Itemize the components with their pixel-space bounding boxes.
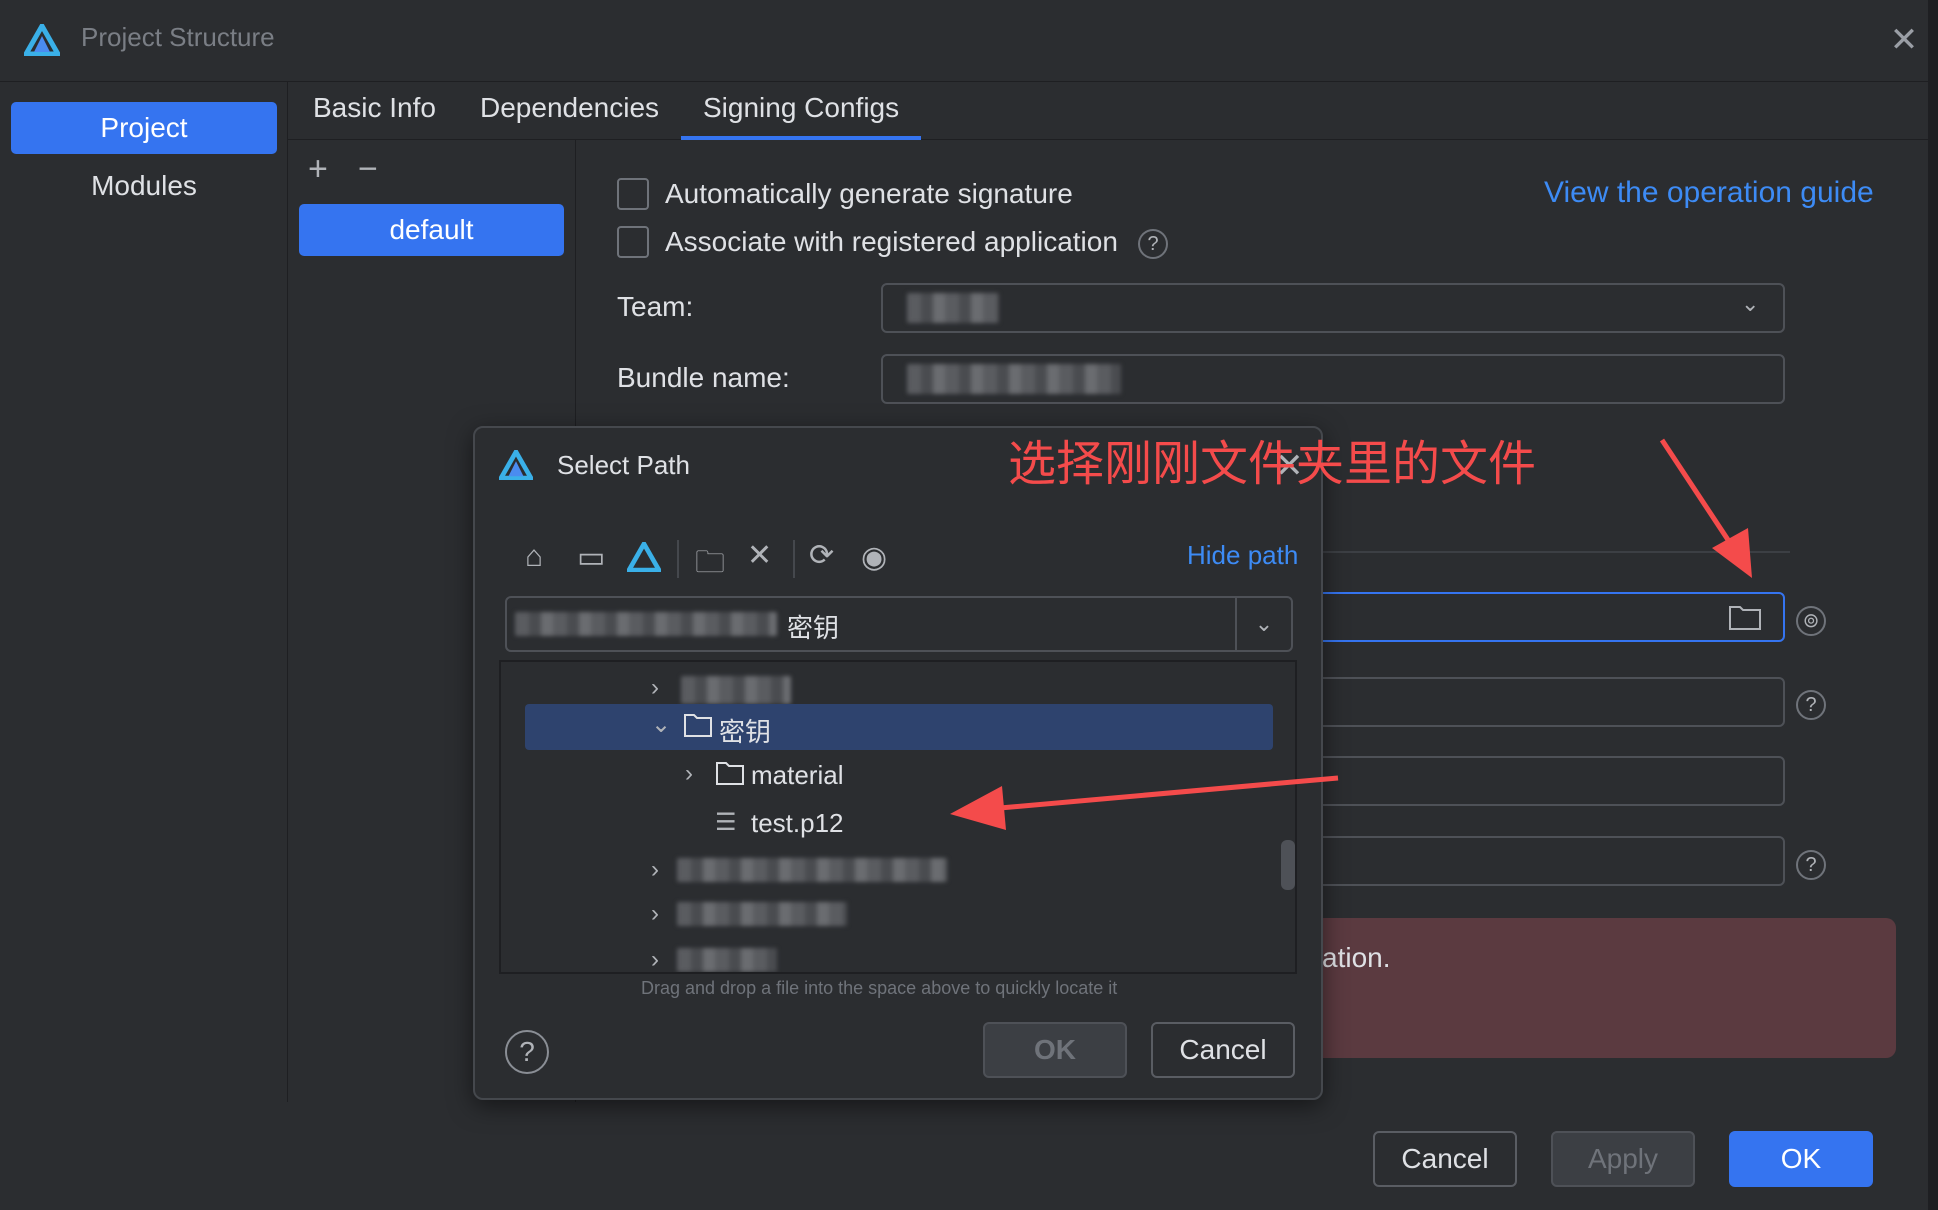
project-icon[interactable]	[627, 542, 661, 572]
show-hidden-icon[interactable]: ◉	[861, 540, 887, 575]
help-icon[interactable]: ?	[1796, 850, 1826, 880]
help-icon[interactable]: ?	[1138, 229, 1168, 259]
auto-sign-label: Automatically generate signature	[665, 178, 1073, 209]
window-title: Project Structure	[81, 22, 275, 52]
dialog-cancel-button[interactable]: Cancel	[1151, 1022, 1295, 1078]
tree-item-label: material	[751, 760, 844, 790]
redacted-name	[677, 948, 777, 972]
chevron-down-icon[interactable]: ⌄	[1235, 598, 1291, 650]
tab-bar: Basic Info Dependencies Signing Configs	[288, 82, 1938, 140]
cancel-button[interactable]: Cancel	[1373, 1131, 1517, 1187]
close-icon[interactable]: ✕	[1886, 22, 1922, 58]
team-label: Team:	[617, 291, 694, 322]
tree-item-label: test.p12	[751, 808, 844, 838]
path-value: 密钥	[787, 613, 840, 643]
help-icon[interactable]: ?	[1796, 690, 1826, 720]
redacted-name	[681, 676, 791, 704]
operation-guide-link[interactable]: View the operation guide	[1544, 176, 1874, 210]
tree-row-redacted[interactable]: ›	[501, 938, 1281, 972]
key-alias-field[interactable]	[1260, 756, 1785, 806]
tree-row-material-folder[interactable]: › material	[501, 752, 1281, 798]
fingerprint-icon[interactable]: ⊚	[1796, 606, 1826, 636]
help-icon[interactable]: ?	[505, 1030, 549, 1074]
bundle-name-label: Bundle name:	[617, 362, 790, 393]
minus-icon[interactable]: −	[358, 150, 378, 189]
error-text: ation.	[1322, 942, 1391, 973]
tree-row-test-p12-file[interactable]: ☰ test.p12	[501, 800, 1281, 846]
nav-item-modules[interactable]: Modules	[11, 160, 277, 212]
folder-icon	[684, 714, 712, 737]
toolbar-separator	[793, 540, 795, 578]
home-icon[interactable]: ⌂	[525, 540, 543, 574]
deveco-logo-icon	[24, 24, 60, 56]
refresh-icon[interactable]: ⟳	[809, 538, 834, 573]
tab-basic-info[interactable]: Basic Info	[313, 92, 436, 140]
dialog-title: Select Path	[557, 450, 690, 480]
redacted-path	[515, 612, 777, 636]
chevron-right-icon[interactable]: ›	[651, 900, 659, 928]
tab-dependencies[interactable]: Dependencies	[480, 92, 659, 140]
scrollbar-thumb[interactable]	[1281, 840, 1295, 890]
auto-sign-checkbox[interactable]	[617, 178, 649, 210]
deveco-logo-icon	[499, 450, 533, 480]
window-edge	[1928, 0, 1938, 1210]
arrow-to-folder-icon	[1659, 438, 1752, 578]
path-combobox[interactable]: 密钥 ⌄	[505, 596, 1293, 652]
chevron-right-icon[interactable]: ›	[651, 856, 659, 884]
drag-drop-hint: Drag and drop a file into the space abov…	[641, 978, 1118, 998]
tree-item-label: 密钥	[719, 717, 772, 747]
team-select[interactable]: ⌄	[881, 283, 1785, 333]
config-item-default[interactable]: default	[299, 204, 564, 256]
redacted-name	[677, 902, 847, 926]
redacted-name	[677, 858, 947, 882]
dialog-ok-button[interactable]: OK	[983, 1022, 1127, 1078]
tree-row-redacted[interactable]: ›	[501, 848, 1281, 894]
store-file-field[interactable]	[1260, 592, 1785, 642]
tree-scrollbar[interactable]	[1281, 662, 1295, 972]
chevron-right-icon[interactable]: ›	[685, 760, 693, 788]
bundle-name-field[interactable]	[881, 354, 1785, 404]
file-text-icon: ☰	[715, 809, 737, 836]
hide-path-link[interactable]: Hide path	[1187, 540, 1298, 571]
key-password-field[interactable]	[1260, 836, 1785, 886]
chevron-down-icon: ⌄	[1741, 291, 1760, 316]
tree-row-keys-folder[interactable]: ⌄ 密钥	[525, 704, 1273, 750]
file-tree[interactable]: › ⌄ 密钥 › material ☰ test.p12 › › ›	[499, 660, 1297, 974]
nav-item-project[interactable]: Project	[11, 102, 277, 154]
divider	[1320, 551, 1790, 553]
plus-icon[interactable]: +	[308, 150, 328, 189]
chevron-down-icon[interactable]: ⌄	[651, 710, 671, 739]
project-structure-window: Project Structure ✕ Project Modules Basi…	[0, 0, 1938, 1210]
assoc-app-label: Associate with registered application	[665, 226, 1118, 257]
assoc-app-checkbox[interactable]	[617, 226, 649, 258]
chevron-right-icon[interactable]: ›	[651, 674, 659, 702]
chevron-right-icon[interactable]: ›	[651, 946, 659, 972]
error-message-box: ation.	[1260, 918, 1896, 1058]
annotation-text: 选择刚刚文件夹里的文件	[1008, 436, 1537, 492]
store-password-field[interactable]	[1260, 677, 1785, 727]
left-nav: Project Modules	[0, 82, 288, 1102]
tab-signing-configs[interactable]: Signing Configs	[681, 92, 922, 140]
redacted-value	[907, 293, 999, 323]
delete-icon[interactable]: ✕	[747, 538, 772, 573]
folder-icon	[716, 762, 744, 785]
ok-button[interactable]: OK	[1729, 1131, 1873, 1187]
apply-button[interactable]: Apply	[1551, 1131, 1695, 1187]
select-path-dialog: Select Path ✕ ⌂ ▭ 🗀 ✕ ⟳ ◉ Hide path 密钥 ⌄…	[473, 426, 1323, 1100]
title-bar: Project Structure ✕	[0, 0, 1938, 82]
new-folder-icon[interactable]: 🗀	[695, 540, 725, 591]
toolbar-separator	[677, 540, 679, 578]
redacted-value	[907, 364, 1121, 394]
desktop-icon[interactable]: ▭	[577, 540, 605, 575]
tree-row-redacted[interactable]: ›	[501, 892, 1281, 938]
folder-icon[interactable]	[1728, 603, 1762, 631]
